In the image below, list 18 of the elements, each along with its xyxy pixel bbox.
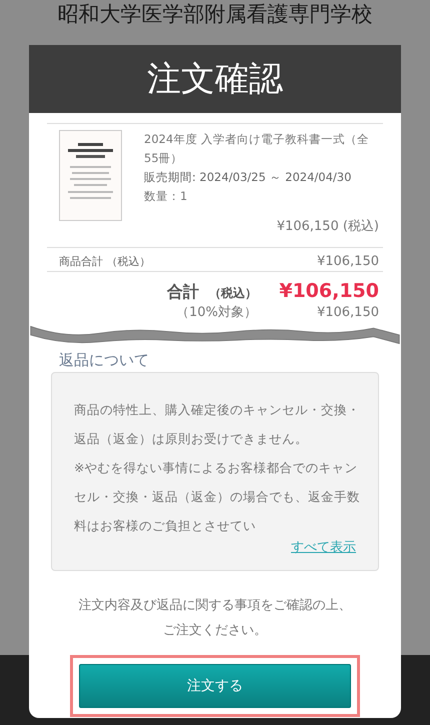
tax-label: （税込）	[209, 286, 258, 300]
product-name: 2024年度 入学者向け電子教科書一式（全55冊）	[144, 131, 370, 167]
quantity: 数量：1	[144, 188, 188, 205]
show-all-link[interactable]: すべて表示	[291, 538, 356, 556]
notice-text: 注文内容及び返品に関する事項をご確認の上、ご注文ください。	[78, 597, 352, 640]
item-price: ¥106,150 (税込)	[276, 218, 380, 235]
tax-rate-value: ¥106,150	[316, 305, 379, 320]
returns-text: 商品の特性上、購入確定後のキャンセル・交換・返品（返金）は原則お受けできません。 ※やむを得ない事情によるお客様都合でのキャンセル・交換・返品（返金）の場合でも、返金手数料はお客様のご負担とさせてい	[74, 401, 361, 535]
order-button[interactable]: 注文する	[79, 664, 351, 708]
sales-period: 販売期間: 2024/03/25 ～ 2024/04/30	[144, 169, 352, 186]
total-label: 合計	[167, 282, 200, 301]
dialog-title: 注文確認	[147, 58, 283, 101]
subtotal-label: 商品合計 （税込）	[59, 254, 150, 269]
subtotal-value: ¥106,150	[316, 254, 379, 269]
total-value: ¥106,150	[279, 280, 379, 302]
tax-rate-label: （10%対象）	[176, 304, 257, 321]
school-name: 昭和大学医学部附属看護専門学校	[58, 1, 372, 28]
returns-heading: 返品について	[58, 351, 150, 370]
